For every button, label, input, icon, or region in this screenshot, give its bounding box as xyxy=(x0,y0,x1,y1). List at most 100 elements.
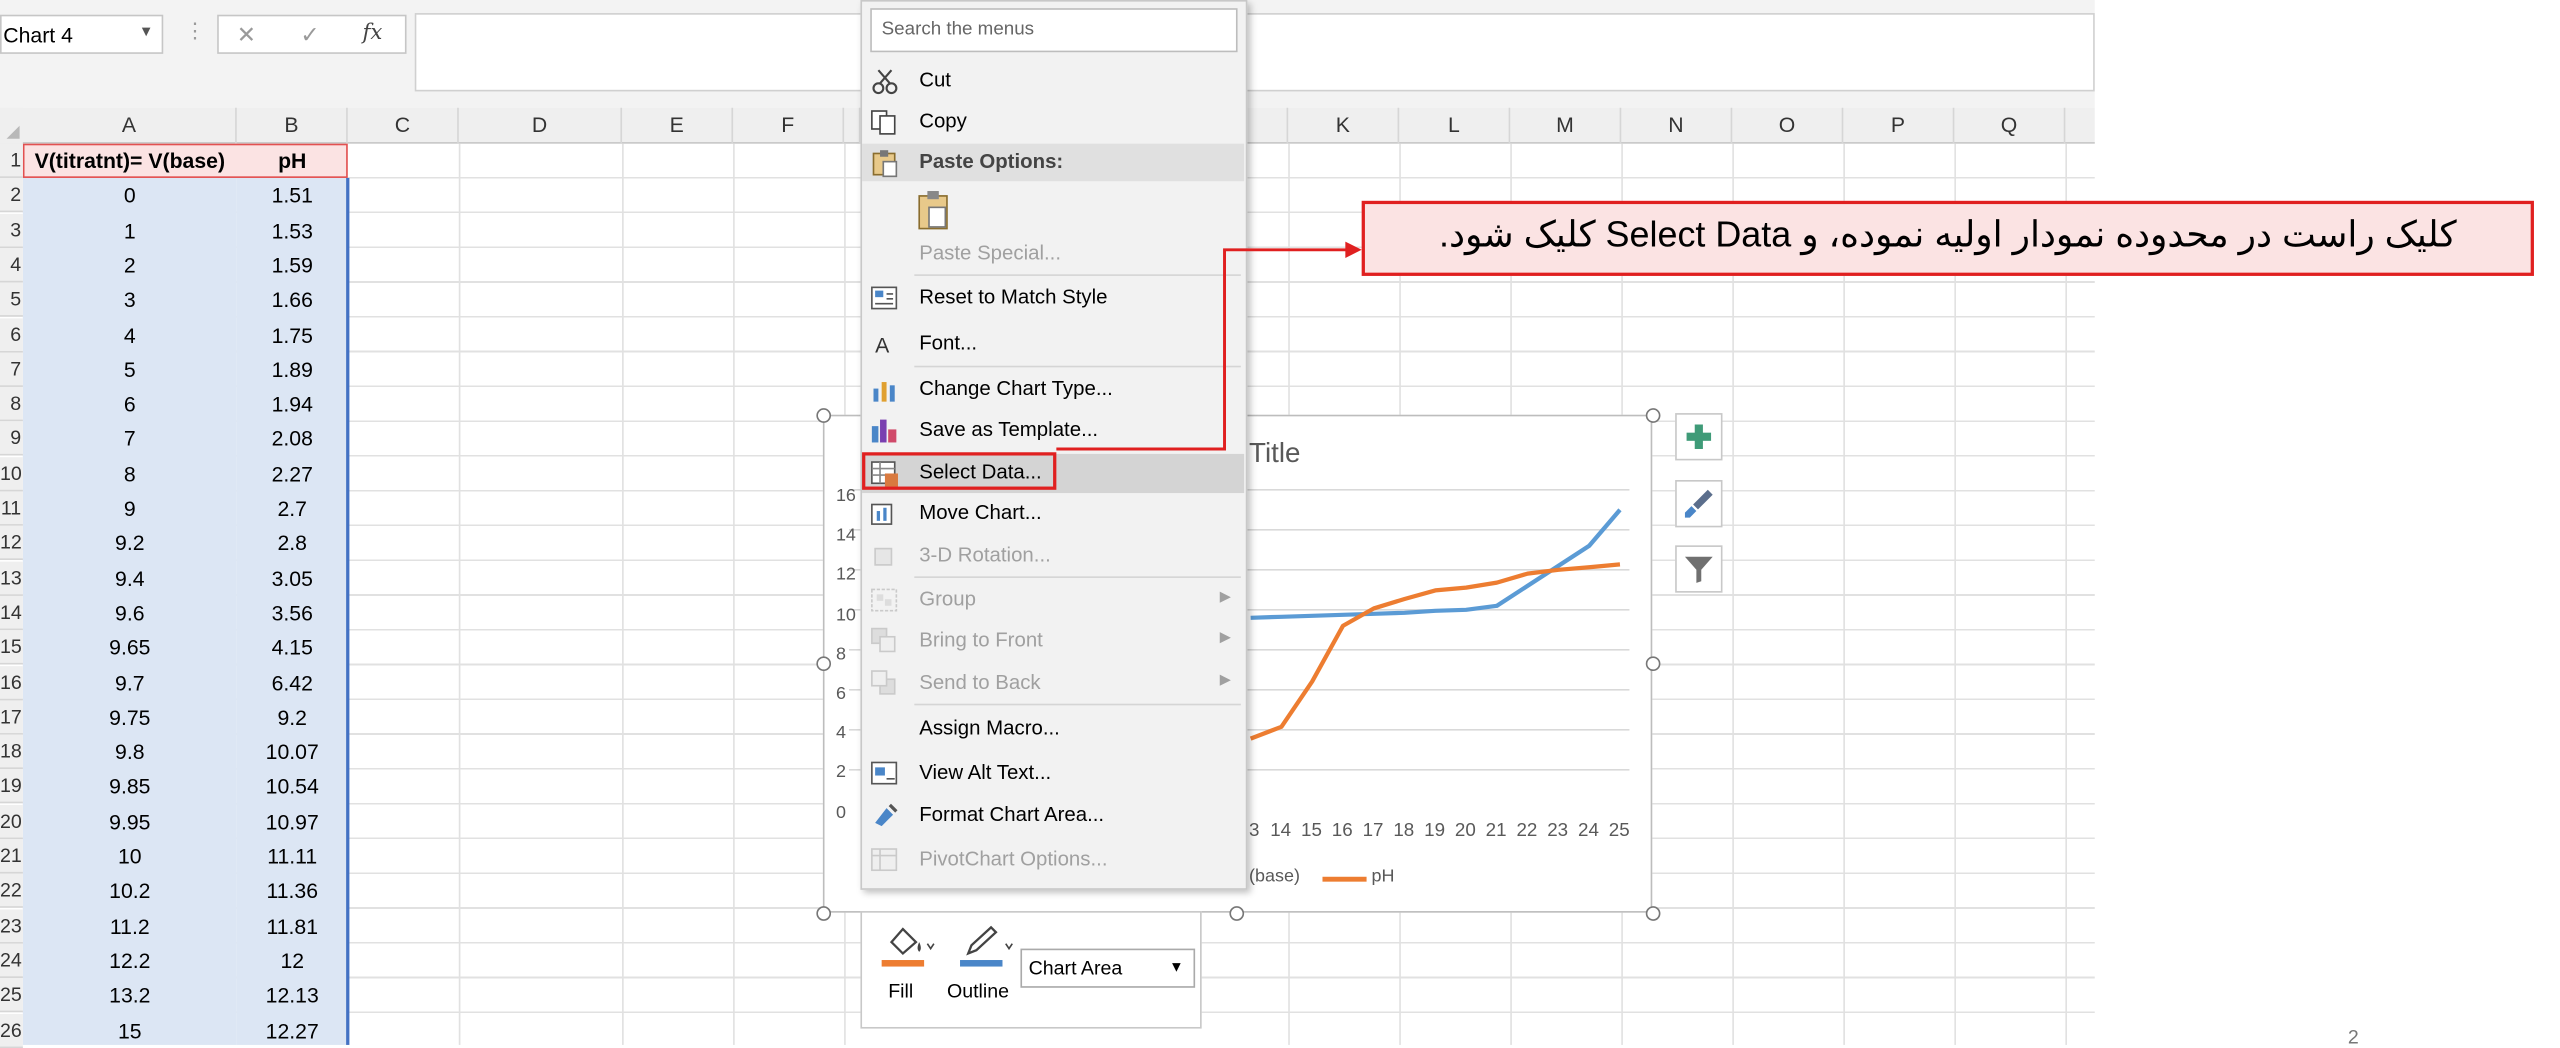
formula-input[interactable] xyxy=(414,13,2095,92)
cell-ph[interactable]: 12 xyxy=(237,944,348,978)
column-header-k[interactable]: K xyxy=(1288,107,1400,144)
cell-ph[interactable]: 11.36 xyxy=(237,874,348,908)
cell-ph[interactable]: 2.8 xyxy=(237,526,348,560)
column-header-l[interactable]: L xyxy=(1399,107,1511,144)
cell-ph[interactable]: 6.42 xyxy=(237,665,348,699)
fill-button[interactable]: Fill xyxy=(888,980,913,1003)
row-header[interactable]: 4 xyxy=(0,247,23,283)
cell-volume[interactable]: 7 xyxy=(23,422,237,456)
cell-volume[interactable]: 5 xyxy=(23,352,237,386)
chart-element-select[interactable]: Chart Area ▼ xyxy=(1020,948,1196,988)
cell-volume[interactable]: 9.75 xyxy=(23,700,237,734)
column-header-n[interactable]: N xyxy=(1621,107,1733,144)
menu-item-bring-to-front[interactable]: Bring to Front ▶ xyxy=(862,620,1244,661)
row-header[interactable]: 25 xyxy=(0,978,23,1013)
cell-ph[interactable]: 3.05 xyxy=(237,561,348,595)
outline-button[interactable]: Outline xyxy=(947,980,1009,1003)
row-header[interactable]: 8 xyxy=(0,387,23,422)
cell-a1[interactable]: V(titratnt)= V(base) xyxy=(23,144,237,178)
row-header[interactable]: 13 xyxy=(0,560,23,596)
row-header[interactable]: 3 xyxy=(0,213,23,248)
menu-item-send-to-back[interactable]: Send to Back ▶ xyxy=(862,663,1244,704)
menu-search-input[interactable]: Search the menus xyxy=(870,8,1238,53)
resize-handle[interactable] xyxy=(1645,906,1661,921)
cell-volume[interactable]: 6 xyxy=(23,387,237,421)
row-header[interactable]: 14 xyxy=(0,595,23,631)
cell-ph[interactable]: 10.97 xyxy=(237,804,348,838)
cell-volume[interactable]: 10.2 xyxy=(23,874,237,908)
menu-item-paste-special[interactable]: Paste Special... xyxy=(862,233,1244,274)
cell-ph[interactable]: 1.66 xyxy=(237,283,348,317)
chart-elements-button[interactable] xyxy=(1675,413,1723,461)
cell-volume[interactable]: 4 xyxy=(23,318,237,352)
row-header[interactable]: 12 xyxy=(0,526,23,561)
resize-handle[interactable] xyxy=(816,906,832,921)
cell-volume[interactable]: 9.65 xyxy=(23,631,237,665)
cell-volume[interactable]: 9.8 xyxy=(23,735,237,769)
menu-item-3-d-rotation[interactable]: 3-D Rotation... xyxy=(862,536,1244,577)
cell-ph[interactable]: 12.13 xyxy=(237,978,348,1012)
menu-item-pivotchart-options[interactable]: PivotChart Options... xyxy=(862,839,1244,880)
row-header[interactable]: 2 xyxy=(0,178,23,213)
cell-volume[interactable]: 12.2 xyxy=(23,944,237,978)
cancel-icon[interactable]: ✕ xyxy=(237,21,256,49)
column-header-b[interactable]: B xyxy=(237,107,348,144)
menu-item-group[interactable]: Group ▶ xyxy=(862,580,1244,621)
menu-item-reset-to-match-style[interactable]: Reset to Match Style xyxy=(862,278,1244,319)
cell-volume[interactable]: 9.2 xyxy=(23,526,237,560)
paste-keep-formatting-icon[interactable] xyxy=(914,189,953,231)
cell-volume[interactable]: 1 xyxy=(23,213,237,247)
row-header[interactable]: 22 xyxy=(0,873,23,909)
chart-filters-button[interactable] xyxy=(1675,545,1723,593)
chevron-down-icon[interactable]: ▼ xyxy=(139,23,154,39)
name-box[interactable]: Chart 4 ▼ xyxy=(0,14,164,54)
cell-volume[interactable]: 9.6 xyxy=(23,596,237,630)
resize-handle[interactable] xyxy=(1645,408,1661,423)
cell-ph[interactable]: 1.51 xyxy=(237,178,348,212)
cell-volume[interactable]: 10 xyxy=(23,839,237,873)
cell-volume[interactable]: 0 xyxy=(23,178,237,212)
column-header-o[interactable]: O xyxy=(1732,107,1844,144)
cell-ph[interactable]: 1.59 xyxy=(237,248,348,282)
row-header[interactable]: 23 xyxy=(0,908,23,944)
column-header-m[interactable]: M xyxy=(1510,107,1622,144)
menu-item-format-chart-area[interactable]: Format Chart Area... xyxy=(862,795,1244,836)
cell-ph[interactable]: 3.56 xyxy=(237,596,348,630)
row-header[interactable]: 5 xyxy=(0,282,23,318)
series-line-ph[interactable] xyxy=(1249,562,1621,741)
cell-ph[interactable]: 9.2 xyxy=(237,700,348,734)
row-header[interactable]: 11 xyxy=(0,491,23,526)
cell-volume[interactable]: 13.2 xyxy=(23,978,237,1012)
row-header[interactable]: 15 xyxy=(0,630,23,665)
resize-handle[interactable] xyxy=(1645,656,1661,672)
column-header-f[interactable]: F xyxy=(733,107,845,144)
cell-volume[interactable]: 9.4 xyxy=(23,561,237,595)
cell-ph[interactable]: 2.08 xyxy=(237,422,348,456)
cell-ph[interactable]: 11.11 xyxy=(237,839,348,873)
column-header-c[interactable]: C xyxy=(348,107,459,144)
menu-item-change-chart-type[interactable]: Change Chart Type... xyxy=(862,369,1244,410)
cell-ph[interactable]: 10.07 xyxy=(237,735,348,769)
column-header-a[interactable]: A xyxy=(23,107,237,144)
cell-volume[interactable]: 8 xyxy=(23,457,237,491)
row-header[interactable]: 1 xyxy=(0,143,23,178)
row-header[interactable]: 16 xyxy=(0,665,23,700)
row-header[interactable]: 20 xyxy=(0,804,23,839)
cell-volume[interactable]: 9 xyxy=(23,491,237,525)
cell-volume[interactable]: 3 xyxy=(23,283,237,317)
column-header-g[interactable] xyxy=(844,107,861,144)
menu-item-view-alt-text[interactable]: View Alt Text... xyxy=(862,753,1244,794)
cell-volume[interactable]: 15 xyxy=(23,1013,237,1047)
row-header[interactable]: 19 xyxy=(0,769,23,804)
column-header-p[interactable]: P xyxy=(1843,107,1955,144)
chart-styles-button[interactable] xyxy=(1675,480,1723,528)
cell-ph[interactable]: 2.7 xyxy=(237,491,348,525)
column-header-q[interactable]: Q xyxy=(1954,107,2066,144)
cell-ph[interactable]: 1.53 xyxy=(237,213,348,247)
row-header[interactable]: 24 xyxy=(0,943,23,978)
resize-handle[interactable] xyxy=(1229,906,1245,921)
cell-ph[interactable]: 2.27 xyxy=(237,457,348,491)
column-header-e[interactable]: E xyxy=(622,107,734,144)
resize-handle[interactable] xyxy=(816,656,832,672)
cell-volume[interactable]: 2 xyxy=(23,248,237,282)
